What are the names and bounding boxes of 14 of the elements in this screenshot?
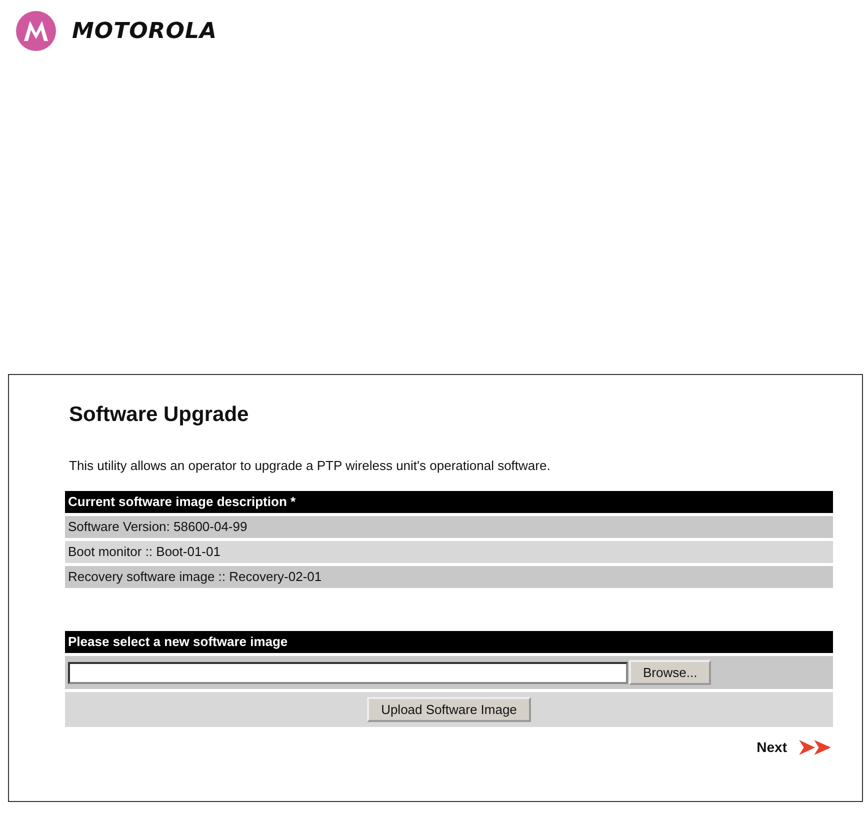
info-row: Software Version: 58600-04-99 [65,516,833,538]
section-header: Current software image description * [65,491,833,513]
page-title: Software Upgrade [69,403,250,427]
brand-name: MOTOROLA [72,18,217,44]
info-row: Boot monitor :: Boot-01-01 [65,541,833,563]
file-path-field[interactable] [68,662,628,684]
double-arrow-icon [799,740,833,754]
intro-text: This utility allows an operator to upgrade a PTP wireless unit's operational software. [69,458,552,473]
section-header: Please select a new software image [65,631,833,653]
upload-button[interactable]: Upload Software Image [367,697,531,722]
next-link[interactable]: Next [756,739,787,755]
browse-button[interactable]: Browse... [629,660,712,685]
logo-icon [16,11,56,51]
info-row: Recovery software image :: Recovery-02-01 [65,566,833,588]
